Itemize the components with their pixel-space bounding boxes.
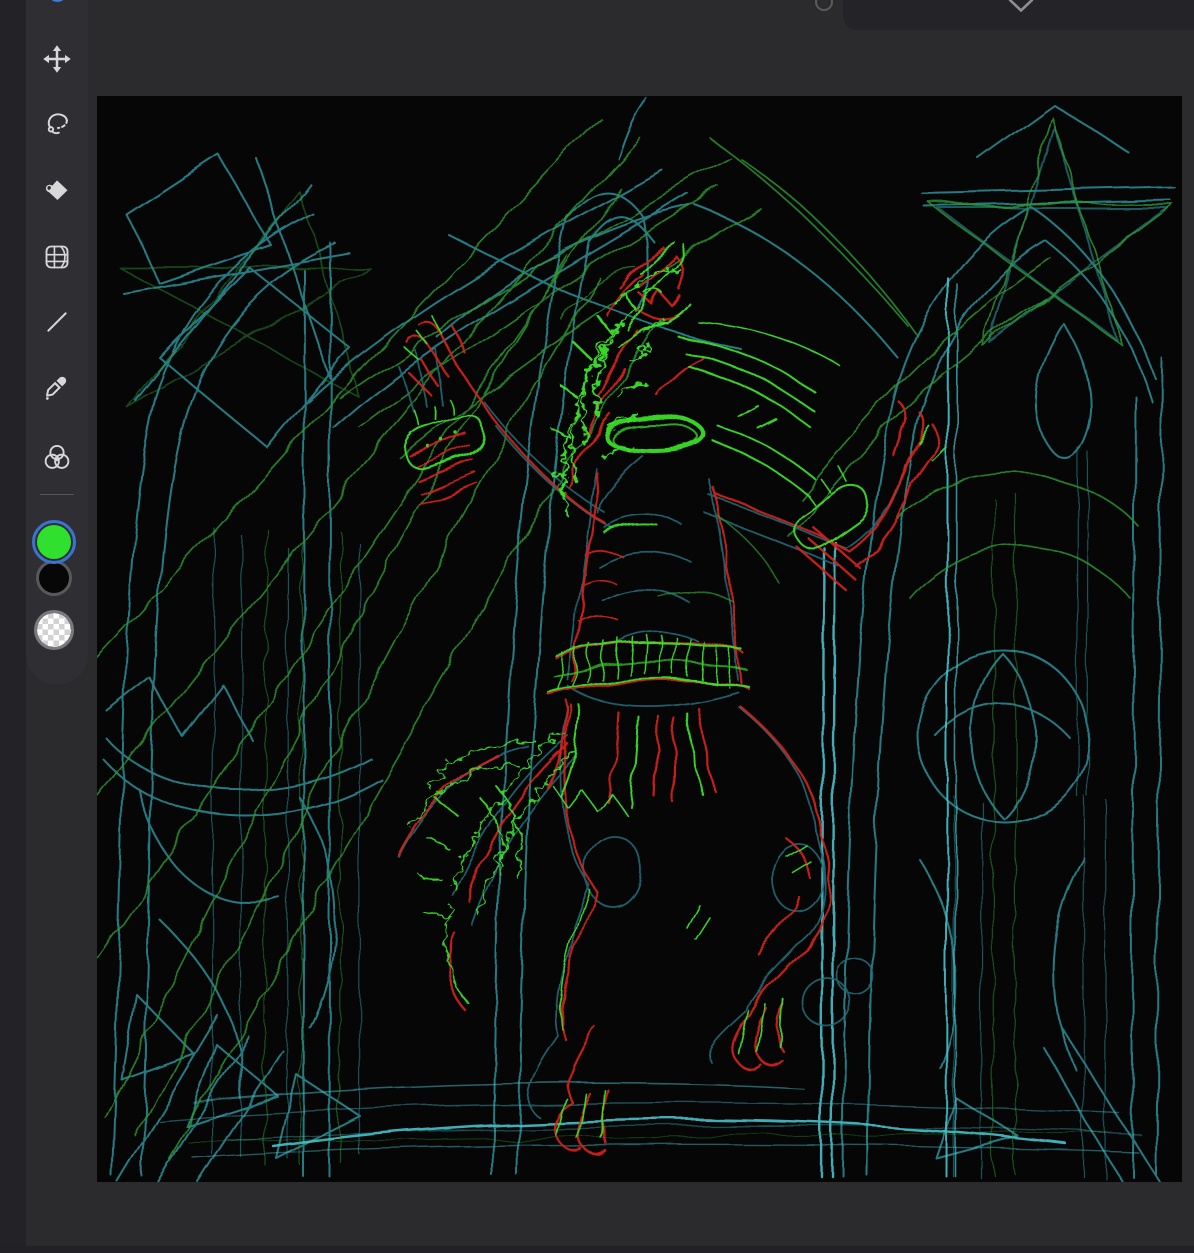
transform-grid-tool-button[interactable] [37, 237, 77, 277]
eyedropper-icon [43, 374, 71, 402]
fill-tool-button[interactable] [37, 170, 77, 210]
transparent-checker [37, 613, 71, 647]
secondary-color-swatch[interactable] [36, 560, 72, 596]
drawing-canvas[interactable] [97, 96, 1182, 1182]
fill-icon [43, 176, 71, 204]
lasso-icon [43, 109, 71, 137]
top-panel-collapse-button[interactable] [843, 0, 1194, 30]
line-tool-button[interactable] [37, 302, 77, 342]
color-mix-tool-button[interactable] [37, 438, 77, 478]
lasso-tool-button[interactable] [37, 103, 77, 143]
move-icon [42, 44, 72, 74]
primary-color-swatch[interactable] [32, 520, 76, 564]
app-root: { "colors": { "bg": "#2b2b2d", "rail": "… [0, 0, 1194, 1253]
bottom-bar [0, 1246, 1194, 1253]
eyedropper-tool-button[interactable] [37, 368, 77, 408]
brush-tool-button[interactable] [37, 0, 77, 14]
grid-icon [43, 243, 71, 271]
primary-color-fill [37, 525, 71, 559]
transparent-color-swatch[interactable] [34, 610, 74, 650]
color-mix-icon [42, 443, 72, 473]
move-tool-button[interactable] [37, 39, 77, 79]
brush-icon [39, 0, 75, 6]
partial-button-fragment [815, 0, 833, 11]
left-rail [0, 0, 26, 1253]
toolbar-divider [40, 494, 74, 495]
line-icon [44, 309, 70, 335]
artwork [97, 96, 1182, 1182]
tool-column [26, 0, 88, 685]
